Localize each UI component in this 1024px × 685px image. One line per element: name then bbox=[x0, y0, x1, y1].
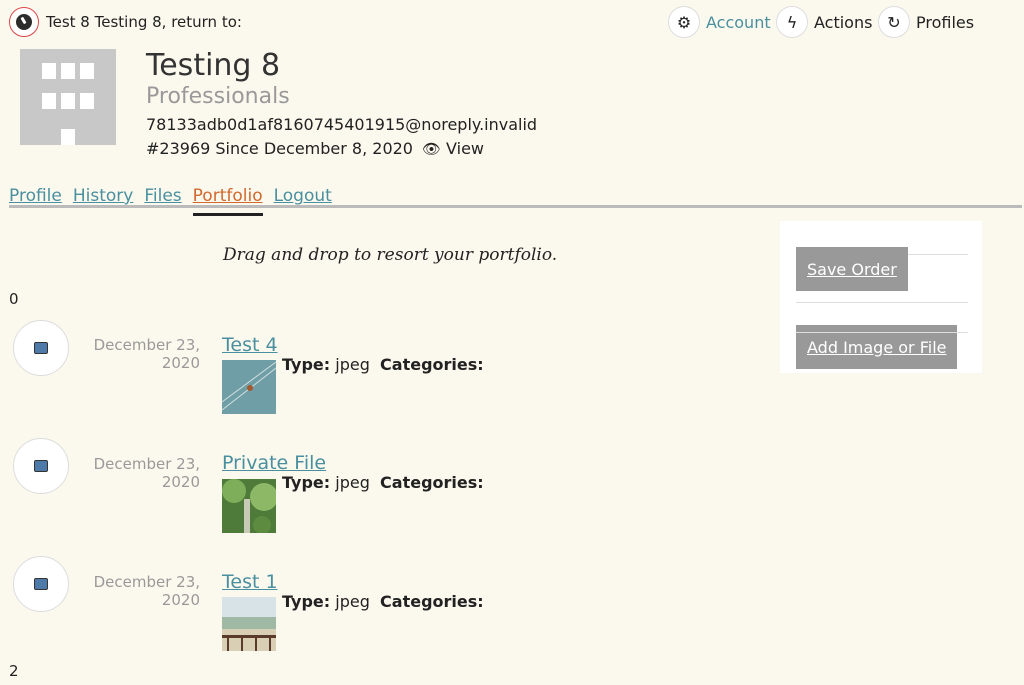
portfolio-actions-panel: Save Order Add Image or File bbox=[780, 221, 982, 373]
item-thumbnail[interactable] bbox=[222, 597, 276, 651]
tab-profile[interactable]: Profile bbox=[9, 186, 62, 212]
account-nav[interactable]: ⚙ Account bbox=[668, 6, 771, 38]
position-marker-top: 0 bbox=[9, 290, 19, 308]
actions-nav[interactable]: ϟ Actions bbox=[776, 6, 872, 38]
item-meta: Type: jpeg Categories: bbox=[282, 355, 484, 374]
item-date: December 23, 2020 bbox=[93, 336, 200, 372]
eye-icon[interactable]: 👁 bbox=[422, 140, 441, 158]
portfolio-instruction: Drag and drop to resort your portfolio. bbox=[223, 245, 558, 265]
item-title-link[interactable]: Private File bbox=[222, 452, 326, 474]
drag-handle-icon[interactable] bbox=[13, 438, 69, 494]
return-icon[interactable] bbox=[9, 7, 39, 37]
item-title-link[interactable]: Test 1 bbox=[222, 571, 278, 593]
profiles-nav[interactable]: ↻ Profiles bbox=[878, 6, 974, 38]
profile-email: 78133adb0d1af8160745401915@noreply.inval… bbox=[146, 115, 538, 134]
item-meta: Type: jpeg Categories: bbox=[282, 592, 484, 611]
position-marker-bottom: 2 bbox=[9, 662, 19, 680]
lightning-icon: ϟ bbox=[776, 6, 808, 38]
drag-handle-icon[interactable] bbox=[13, 556, 69, 612]
tab-logout[interactable]: Logout bbox=[274, 186, 332, 212]
save-order-button[interactable]: Save Order bbox=[796, 247, 908, 291]
tab-files[interactable]: Files bbox=[144, 186, 181, 212]
gear-icon: ⚙ bbox=[668, 6, 700, 38]
return-text: Test 8 Testing 8, return to: bbox=[46, 13, 242, 31]
profile-name: Testing 8 bbox=[146, 48, 281, 83]
profile-id-since: #23969 Since December 8, 2020 bbox=[146, 139, 413, 158]
building-avatar-icon bbox=[20, 49, 116, 145]
item-meta: Type: jpeg Categories: bbox=[282, 473, 484, 492]
profile-type: Professionals bbox=[146, 84, 290, 109]
view-link[interactable]: View bbox=[446, 139, 484, 158]
item-date: December 23, 2020 bbox=[93, 455, 200, 491]
tab-history[interactable]: History bbox=[73, 186, 133, 212]
drag-handle-icon[interactable] bbox=[13, 320, 69, 376]
profile-meta: #23969 Since December 8, 2020 👁 View bbox=[146, 139, 484, 158]
tab-portfolio[interactable]: Portfolio bbox=[192, 186, 263, 216]
profile-tabs: Profile History Files Portfolio Logout bbox=[9, 186, 343, 216]
actions-link[interactable]: Actions bbox=[814, 13, 872, 32]
profiles-link[interactable]: Profiles bbox=[916, 13, 974, 32]
item-thumbnail[interactable] bbox=[222, 360, 276, 414]
refresh-icon: ↻ bbox=[878, 6, 910, 38]
item-date: December 23, 2020 bbox=[93, 573, 200, 609]
item-title-link[interactable]: Test 4 bbox=[222, 334, 278, 356]
item-thumbnail[interactable] bbox=[222, 479, 276, 533]
account-link[interactable]: Account bbox=[706, 13, 771, 32]
